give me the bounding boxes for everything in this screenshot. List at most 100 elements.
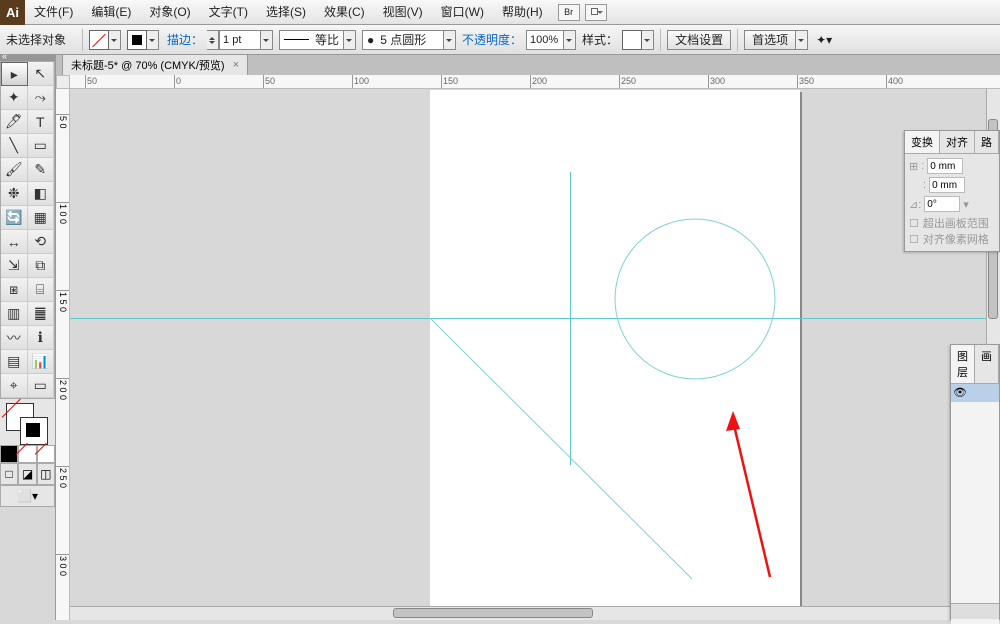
prefs-button[interactable]: 首选项: [744, 30, 808, 50]
doc-setup-button[interactable]: 文档设置: [667, 30, 731, 50]
pen-tool[interactable]: 🖊: [1, 110, 28, 134]
tool-grid: ▸↖ ✦⤳ 🖊T ╲▭ 🖌✎ ❉◧ 🔄▦ ↔⟲ ⇲⧉ ⧆⌸ ▥䷀ 〰ℹ ▤📊 ⌖…: [0, 61, 55, 399]
h-scroll-thumb[interactable]: [393, 608, 593, 618]
opacity-label[interactable]: 不透明度：: [462, 31, 522, 48]
vertical-ruler[interactable]: 5 01 0 01 5 02 0 02 5 03 0 0: [56, 89, 70, 620]
hand-tool[interactable]: ⌖: [1, 374, 28, 398]
gradient-tool[interactable]: ⌸: [28, 278, 55, 302]
x-input[interactable]: [927, 158, 963, 174]
horizontal-scrollbar[interactable]: [70, 606, 986, 620]
layers-footer: [951, 603, 999, 619]
opacity-dropdown[interactable]: [564, 30, 576, 50]
line-dropdown[interactable]: [344, 30, 356, 50]
tab-align[interactable]: 对齐: [940, 131, 975, 153]
fill-stroke-indicator[interactable]: [0, 399, 55, 445]
style-swatch[interactable]: [622, 30, 642, 50]
rectangle-tool[interactable]: ▭: [28, 134, 55, 158]
tab-bar: 未标题-5* @ 70% (CMYK/预览) ×: [56, 55, 1000, 75]
draw-normal[interactable]: □: [0, 463, 18, 485]
menu-file[interactable]: 文件(F): [25, 0, 82, 25]
checkbox-icon[interactable]: ☐: [909, 233, 919, 246]
pencil-tool[interactable]: ✎: [28, 158, 55, 182]
menu-object[interactable]: 对象(O): [140, 0, 199, 25]
stroke-swatch[interactable]: [127, 30, 147, 50]
fill-swatch[interactable]: [89, 30, 109, 50]
horizontal-ruler[interactable]: 50050100150200250300350400: [70, 75, 1000, 89]
none-mode[interactable]: [37, 445, 55, 463]
lasso-tool[interactable]: ⤳: [28, 86, 55, 110]
document-area: 未标题-5* @ 70% (CMYK/预览) × 500501001502002…: [56, 55, 1000, 620]
stroke-weight-stepper[interactable]: [207, 30, 219, 50]
canvas[interactable]: [70, 89, 1000, 620]
blend-tool[interactable]: ䷀: [28, 302, 55, 326]
magic-wand-tool[interactable]: ✦: [1, 86, 28, 110]
line-preview[interactable]: 等比: [279, 30, 344, 50]
toolbox-header[interactable]: [0, 55, 55, 61]
ref-point-icon[interactable]: ⊞: [909, 160, 918, 173]
brush-definition[interactable]: ●5 点圆形: [362, 30, 444, 50]
menu-effect[interactable]: 效果(C): [315, 0, 374, 25]
angle-input[interactable]: [924, 196, 960, 212]
slice-tool[interactable]: 📊: [28, 350, 55, 374]
ruler-origin[interactable]: [56, 75, 70, 89]
paintbrush-tool[interactable]: 🖌: [1, 158, 28, 182]
menu-select[interactable]: 选择(S): [257, 0, 315, 25]
brush-dropdown[interactable]: [444, 30, 456, 50]
checkbox-icon[interactable]: ☐: [909, 217, 919, 230]
style-dropdown[interactable]: [642, 30, 654, 50]
opacity-input[interactable]: 100%: [526, 30, 564, 50]
menu-edit[interactable]: 编辑(E): [82, 0, 140, 25]
stroke-label[interactable]: 描边：: [167, 31, 203, 48]
scale-tool[interactable]: ▦: [28, 206, 55, 230]
menu-window[interactable]: 窗口(W): [432, 0, 493, 25]
menu-bar: Ai 文件(F) 编辑(E) 对象(O) 文字(T) 选择(S) 效果(C) 视…: [0, 0, 1000, 25]
draw-inside[interactable]: ◫: [37, 463, 55, 485]
tab-transform[interactable]: 变换: [905, 131, 940, 153]
width-tool[interactable]: ↔: [1, 230, 28, 254]
artboard-tool[interactable]: ▤: [1, 350, 28, 374]
menu-help[interactable]: 帮助(H): [493, 0, 552, 25]
workspace: ▸↖ ✦⤳ 🖊T ╲▭ 🖌✎ ❉◧ 🔄▦ ↔⟲ ⇲⧉ ⧆⌸ ▥䷀ 〰ℹ ▤📊 ⌖…: [0, 55, 1000, 620]
perspective-tool[interactable]: ⧉: [28, 254, 55, 278]
document-tab[interactable]: 未标题-5* @ 70% (CMYK/预览) ×: [62, 54, 248, 75]
column-graph-tool[interactable]: ℹ: [28, 326, 55, 350]
tab-close-icon[interactable]: ×: [233, 59, 239, 71]
direct-selection-tool[interactable]: ↖: [28, 62, 55, 86]
tab-layers[interactable]: 图层: [951, 345, 975, 383]
menu-type[interactable]: 文字(T): [200, 0, 257, 25]
rotate-tool[interactable]: 🔄: [1, 206, 28, 230]
eraser-tool[interactable]: ◧: [28, 182, 55, 206]
arrange-button[interactable]: [585, 4, 607, 21]
draw-behind[interactable]: ◪: [18, 463, 36, 485]
screen-mode[interactable]: ⬜▾: [0, 485, 55, 507]
blob-brush-tool[interactable]: ❉: [1, 182, 28, 206]
type-tool[interactable]: T: [28, 110, 55, 134]
artboard: [430, 90, 800, 620]
chk2-label: 对齐像素网格: [923, 231, 989, 247]
symbol-sprayer-tool[interactable]: 〰: [1, 326, 28, 350]
stroke-color[interactable]: [20, 417, 48, 445]
selection-tool[interactable]: ▸: [1, 62, 28, 86]
menu-view[interactable]: 视图(V): [374, 0, 432, 25]
tab-pathfinder[interactable]: 路: [975, 131, 999, 153]
shape-builder-tool[interactable]: ⇲: [1, 254, 28, 278]
stroke-weight-dropdown[interactable]: [261, 30, 273, 50]
mesh-tool[interactable]: ⧆: [1, 278, 28, 302]
toolbox: ▸↖ ✦⤳ 🖊T ╲▭ 🖌✎ ❉◧ 🔄▦ ↔⟲ ⇲⧉ ⧆⌸ ▥䷀ 〰ℹ ▤📊 ⌖…: [0, 55, 56, 620]
line-tool[interactable]: ╲: [1, 134, 28, 158]
layer-row[interactable]: 👁: [951, 384, 999, 402]
chk1-label: 超出画板范围: [923, 215, 989, 231]
bridge-button[interactable]: Br: [558, 4, 580, 21]
fill-dropdown[interactable]: [109, 30, 121, 50]
visibility-icon[interactable]: 👁: [951, 386, 969, 399]
free-transform-tool[interactable]: ⟲: [28, 230, 55, 254]
align-icon[interactable]: ✦▾: [816, 33, 832, 47]
layers-panel: 图层 画 👁: [950, 344, 1000, 620]
tab-artboards[interactable]: 画: [975, 345, 999, 383]
app-icon: Ai: [0, 0, 25, 25]
stroke-dropdown[interactable]: [147, 30, 159, 50]
stroke-weight-input[interactable]: 1 pt: [219, 30, 261, 50]
y-input[interactable]: [929, 177, 965, 193]
eyedropper-tool[interactable]: ▥: [1, 302, 28, 326]
zoom-tool[interactable]: ▭: [28, 374, 55, 398]
